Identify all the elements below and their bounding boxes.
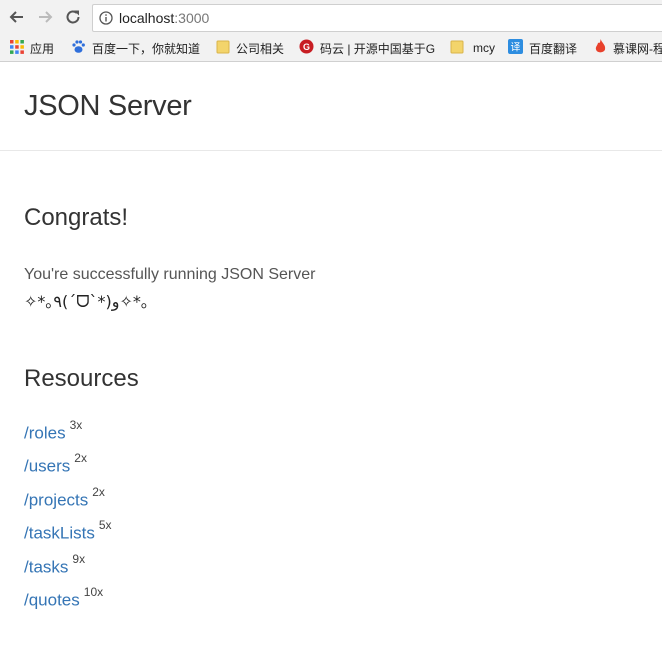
bookmark-label: mcy [473,41,495,55]
bookmark-baidu-translate[interactable]: 译 百度翻译 [508,39,577,57]
success-message: You're successfully running JSON Server [24,266,316,283]
url-host: localhost [119,10,175,26]
svg-text:G: G [303,42,310,52]
bookmarks-bar: 应用 百度一下，你就知道 公司相关 G 码云 | 开源中国基于G mcy 译 百… [0,35,662,62]
resources-heading: Resources [24,365,139,392]
bookmark-imooc[interactable]: 慕课网-程 [594,39,662,57]
reload-icon [66,10,80,24]
reload-button[interactable] [62,6,84,28]
address-bar[interactable]: localhost:3000 [92,4,662,32]
resource-count: 2x [74,451,87,466]
url-port: :3000 [174,10,210,26]
bookmark-label: 应用 [30,41,55,56]
kaomoji-text: ✧*｡٩(ˊᗜˋ*)و✧*｡ [24,292,149,311]
page-title: JSON Server [24,90,192,122]
page-header: JSON Server [0,62,662,151]
folder-icon [216,40,230,57]
bookmark-label: 公司相关 [236,41,285,56]
resource-list: /roles 3x /users 2x /projects 2x /taskLists… [24,418,112,621]
bookmark-baidu[interactable]: 百度一下，你就知道 [71,39,200,57]
resource-link-projects[interactable]: /projects [24,490,88,509]
back-button[interactable] [6,6,28,28]
apps-grid-icon [10,39,24,57]
svg-text:译: 译 [511,42,521,54]
resource-link-users[interactable]: /users [24,457,70,476]
baidu-paw-icon [71,39,86,57]
bookmark-label: 码云 | 开源中国基于G [320,41,436,56]
bookmark-label: 慕课网-程 [613,41,662,56]
resource-link-tasklists[interactable]: /taskLists [24,524,95,543]
folder-icon [450,40,464,57]
gitee-icon: G [299,39,314,57]
list-item: /quotes 10x [24,584,112,621]
resource-link-roles[interactable]: /roles [24,424,66,443]
bookmark-gitee[interactable]: G 码云 | 开源中国基于G [299,39,435,57]
imooc-flame-icon [594,39,607,57]
resource-count: 9x [72,551,86,566]
bookmark-apps[interactable]: 应用 [10,39,54,57]
resource-link-tasks[interactable]: /tasks [24,557,68,576]
congrats-heading: Congrats! [24,204,129,231]
list-item: /roles 3x [24,418,112,454]
bookmark-company[interactable]: 公司相关 [216,39,284,57]
arrow-right-icon [39,11,53,23]
resource-link-quotes[interactable]: /quotes [24,591,80,610]
arrow-left-icon [9,11,23,23]
browser-toolbar: localhost:3000 [0,0,662,35]
list-item: /projects 2x [24,484,112,521]
list-item: /tasks 9x [24,551,112,588]
list-item: /users 2x [24,451,112,487]
bookmark-label: 百度翻译 [529,41,578,56]
resource-count: 5x [98,518,112,533]
resource-count: 10x [83,584,104,599]
resource-count: 3x [69,418,83,432]
resource-count: 2x [92,484,105,499]
list-item: /taskLists 5x [24,518,112,554]
info-icon[interactable] [99,11,113,30]
translate-icon: 译 [508,39,523,57]
forward-button[interactable] [34,6,56,28]
bookmark-mcy[interactable]: mcy [450,39,495,57]
url-text: localhost:3000 [119,10,209,26]
bookmark-label: 百度一下，你就知道 [92,41,201,56]
